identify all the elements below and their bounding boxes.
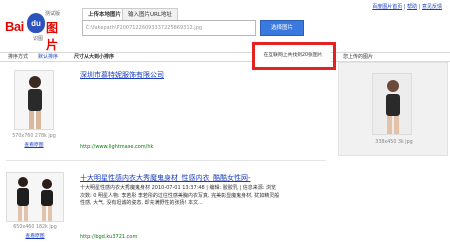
beta-label: 测试版 [45,11,61,17]
baidu-logo[interactable]: Bai du 图片 测试版 识图 [5,9,61,52]
divider [6,160,326,161]
tab-input-url[interactable]: 输入图片URL地址 [122,8,178,20]
sort-by-size[interactable]: 尺寸从大到小排序 [74,52,114,62]
view-original-link[interactable]: 查看原图 [6,141,62,148]
logo-pic-text: 图片 [46,21,59,52]
woman-figure-icon [28,76,42,129]
logo-bai-text: Bai [5,19,24,34]
link-baidu-image-home[interactable]: 百度图片首页 [372,4,402,10]
woman-figure-icon [17,177,53,221]
woman-figure-icon [386,80,400,134]
sort-default[interactable]: 默认排序 [38,52,58,62]
logo-paw-icon: du [27,13,45,33]
result-url[interactable]: http://www.lightmase.com/hk [80,144,153,150]
sort-bar [0,52,450,62]
result-size: 650x460 182k jpg [13,225,57,230]
result-description: 十大明星性感内衣大秀魔鬼身材 2010-07-01 13:37:48 | 编辑:… [80,185,280,206]
highlight-box [252,42,336,70]
result-size: 570x760 278k jpg [12,134,56,139]
result-thumbnail[interactable] [14,70,54,130]
choose-image-button[interactable]: 选择图片 [260,20,304,36]
link-help[interactable]: 帮助 [407,4,417,10]
view-original-link[interactable]: 查看原图 [6,232,64,239]
result-thumbnail[interactable] [6,172,64,222]
uploaded-image-panel: 338x450 3k jpg [338,62,448,156]
header-links: 百度图片首页 | 帮助 | 意见反馈 [372,4,442,10]
result-title[interactable]: 十大明星性感内衣大秀魔鬼身材_性感内衣_酷酷女性网- [80,173,251,183]
file-path-input[interactable]: C:\fakepath\P20071226093337225869312.jpg [82,20,256,36]
shitu-label: 识图 [33,36,44,42]
sort-label: 排序方式 [8,54,29,60]
uploaded-image-caption: 338x450 3k jpg [375,140,413,145]
result-url[interactable]: http://bgd.ku3721.com [80,234,137,240]
uploaded-image [372,73,412,135]
link-feedback[interactable]: 意见反馈 [422,4,442,10]
result-title[interactable]: 深圳市慕特妮服饰有限公司 [80,70,164,80]
tab-upload-local[interactable]: 上传本地图片 [82,8,128,20]
side-panel-title: 您上传的图片 [343,54,374,60]
